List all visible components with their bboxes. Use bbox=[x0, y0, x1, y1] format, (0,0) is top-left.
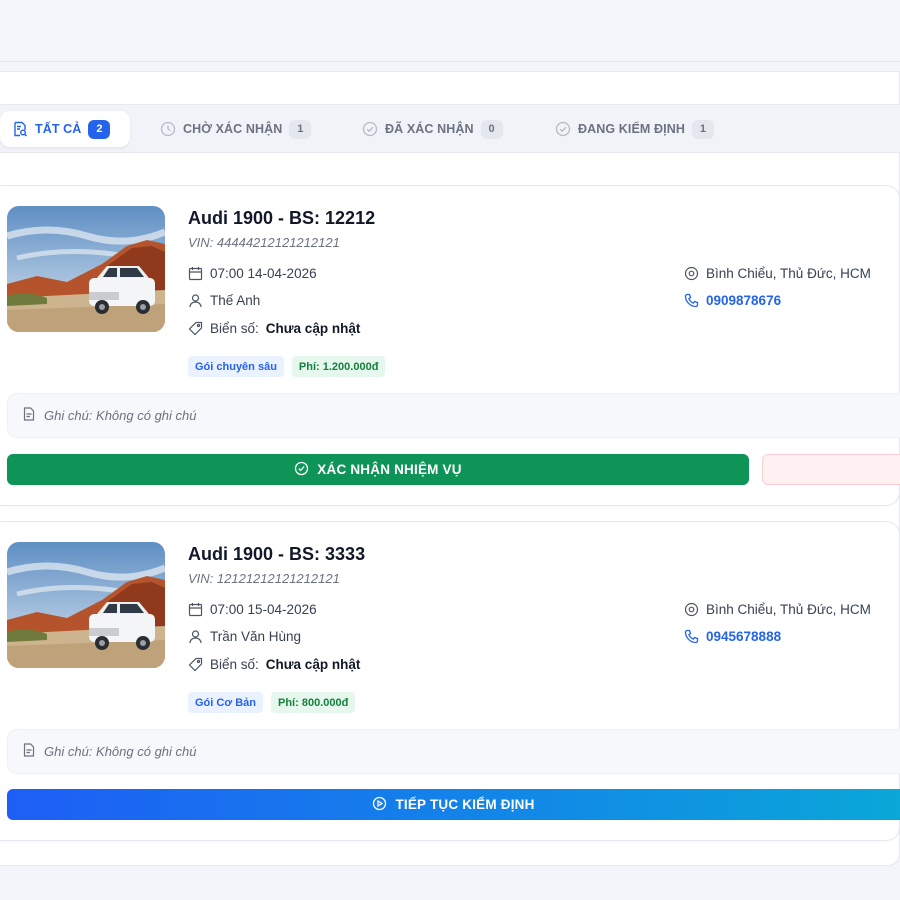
tab-pending[interactable]: CHỜ XÁC NHẬN 1 bbox=[160, 111, 312, 147]
phone-link[interactable]: 0909878676 bbox=[706, 293, 781, 308]
note-text: Ghi chú: Không có ghi chú bbox=[44, 744, 197, 759]
schedule-datetime: 07:00 14-04-2026 bbox=[210, 266, 317, 281]
phone-row[interactable]: 0909878676 bbox=[684, 293, 781, 308]
order-title: Audi 1900 - BS: 12212 bbox=[188, 208, 376, 228]
calendar-icon bbox=[188, 602, 203, 617]
tab-inspecting[interactable]: ĐANG KIỂM ĐỊNH 1 bbox=[555, 111, 714, 147]
customer-row: Trần Văn Hùng bbox=[188, 629, 301, 644]
tag-icon bbox=[188, 321, 203, 336]
schedule-datetime: 07:00 15-04-2026 bbox=[210, 602, 317, 617]
confirm-task-button[interactable]: XÁC NHẬN NHIỆM VỤ bbox=[7, 454, 749, 485]
location-pin-icon bbox=[684, 602, 699, 617]
customer-row: Thế Anh bbox=[188, 293, 260, 308]
tag-icon bbox=[188, 657, 203, 672]
tag-chips: Gói Cơ Bản Phí: 800.000đ bbox=[188, 692, 356, 713]
tab-count-badge: 0 bbox=[480, 119, 503, 139]
tag-chips: Gói chuyên sâu Phí: 1.200.000đ bbox=[188, 356, 386, 377]
order-card: Audi 1900 - BS: 12212 VIN: 4444421212121… bbox=[0, 185, 900, 506]
status-tabs: TẤT CẢ 2 CHỜ XÁC NHẬN 1 ĐÃ XÁC NHẬN 0 ĐA… bbox=[0, 104, 900, 153]
top-header-area bbox=[0, 0, 900, 62]
note-text: Ghi chú: Không có ghi chú bbox=[44, 408, 197, 423]
check-circle-icon bbox=[555, 121, 571, 137]
car-photo bbox=[7, 542, 165, 668]
vin-number: VIN: 12121212121212121 bbox=[188, 571, 340, 586]
phone-link[interactable]: 0945678888 bbox=[706, 629, 781, 644]
tab-count-badge: 2 bbox=[88, 119, 111, 139]
vin-number: VIN: 44444212121212121 bbox=[188, 235, 340, 250]
tab-confirmed[interactable]: ĐÃ XÁC NHẬN 0 bbox=[362, 111, 503, 147]
package-badge: Gói chuyên sâu bbox=[188, 356, 284, 377]
customer-name: Trần Văn Hùng bbox=[210, 629, 302, 644]
fee-badge: Phí: 800.000đ bbox=[271, 692, 356, 713]
tab-count-badge: 1 bbox=[691, 119, 714, 139]
order-card: Audi 1900 - BS: 3333 VIN: 12121212121212… bbox=[0, 521, 900, 841]
document-icon bbox=[22, 743, 36, 760]
button-label: XÁC NHẬN NHIỆM VỤ bbox=[317, 462, 462, 477]
note-box: Ghi chú: Không có ghi chú bbox=[7, 729, 900, 774]
check-circle-icon bbox=[362, 121, 378, 137]
schedule-row: 07:00 14-04-2026 bbox=[188, 266, 317, 281]
plate-label: Biển số: bbox=[210, 657, 259, 672]
clock-icon bbox=[160, 121, 176, 137]
location-text: Bình Chiểu, Thủ Đức, HCM bbox=[706, 266, 871, 281]
continue-inspection-button[interactable]: TIẾP TỤC KIỂM ĐỊNH bbox=[7, 789, 900, 820]
plate-row: Biển số: Chưa cập nhật bbox=[188, 657, 360, 672]
tab-count-badge: 1 bbox=[289, 119, 312, 139]
package-badge: Gói Cơ Bản bbox=[188, 692, 263, 713]
phone-row[interactable]: 0945678888 bbox=[684, 629, 781, 644]
plate-value: Chưa cập nhật bbox=[265, 657, 361, 672]
phone-icon bbox=[684, 293, 699, 308]
user-icon bbox=[188, 629, 203, 644]
reject-task-button[interactable] bbox=[762, 454, 900, 485]
car-photo bbox=[7, 206, 165, 332]
note-box: Ghi chú: Không có ghi chú bbox=[7, 393, 900, 438]
tab-label: ĐANG KIỂM ĐỊNH bbox=[578, 122, 685, 136]
plate-row: Biển số: Chưa cập nhật bbox=[188, 321, 360, 336]
tab-label: ĐÃ XÁC NHẬN bbox=[385, 122, 474, 136]
tab-label: TẤT CẢ bbox=[35, 122, 82, 136]
check-circle-icon bbox=[294, 461, 309, 479]
tab-label: CHỜ XÁC NHẬN bbox=[183, 122, 283, 136]
fee-badge: Phí: 1.200.000đ bbox=[291, 356, 386, 377]
location-text: Bình Chiểu, Thủ Đức, HCM bbox=[706, 602, 871, 617]
user-icon bbox=[188, 293, 203, 308]
plate-label: Biển số: bbox=[210, 321, 259, 336]
order-title: Audi 1900 - BS: 3333 bbox=[188, 544, 366, 564]
button-label: TIẾP TỤC KIỂM ĐỊNH bbox=[395, 797, 535, 812]
customer-name: Thế Anh bbox=[210, 293, 261, 308]
plate-value: Chưa cập nhật bbox=[265, 321, 361, 336]
play-circle-icon bbox=[372, 796, 387, 814]
search-doc-icon bbox=[12, 121, 28, 137]
location-row: Bình Chiểu, Thủ Đức, HCM bbox=[684, 602, 871, 617]
calendar-icon bbox=[188, 266, 203, 281]
location-pin-icon bbox=[684, 266, 699, 281]
phone-icon bbox=[684, 629, 699, 644]
schedule-row: 07:00 15-04-2026 bbox=[188, 602, 317, 617]
location-row: Bình Chiểu, Thủ Đức, HCM bbox=[684, 266, 871, 281]
document-icon bbox=[22, 407, 36, 424]
tab-all[interactable]: TẤT CẢ 2 bbox=[0, 111, 131, 147]
